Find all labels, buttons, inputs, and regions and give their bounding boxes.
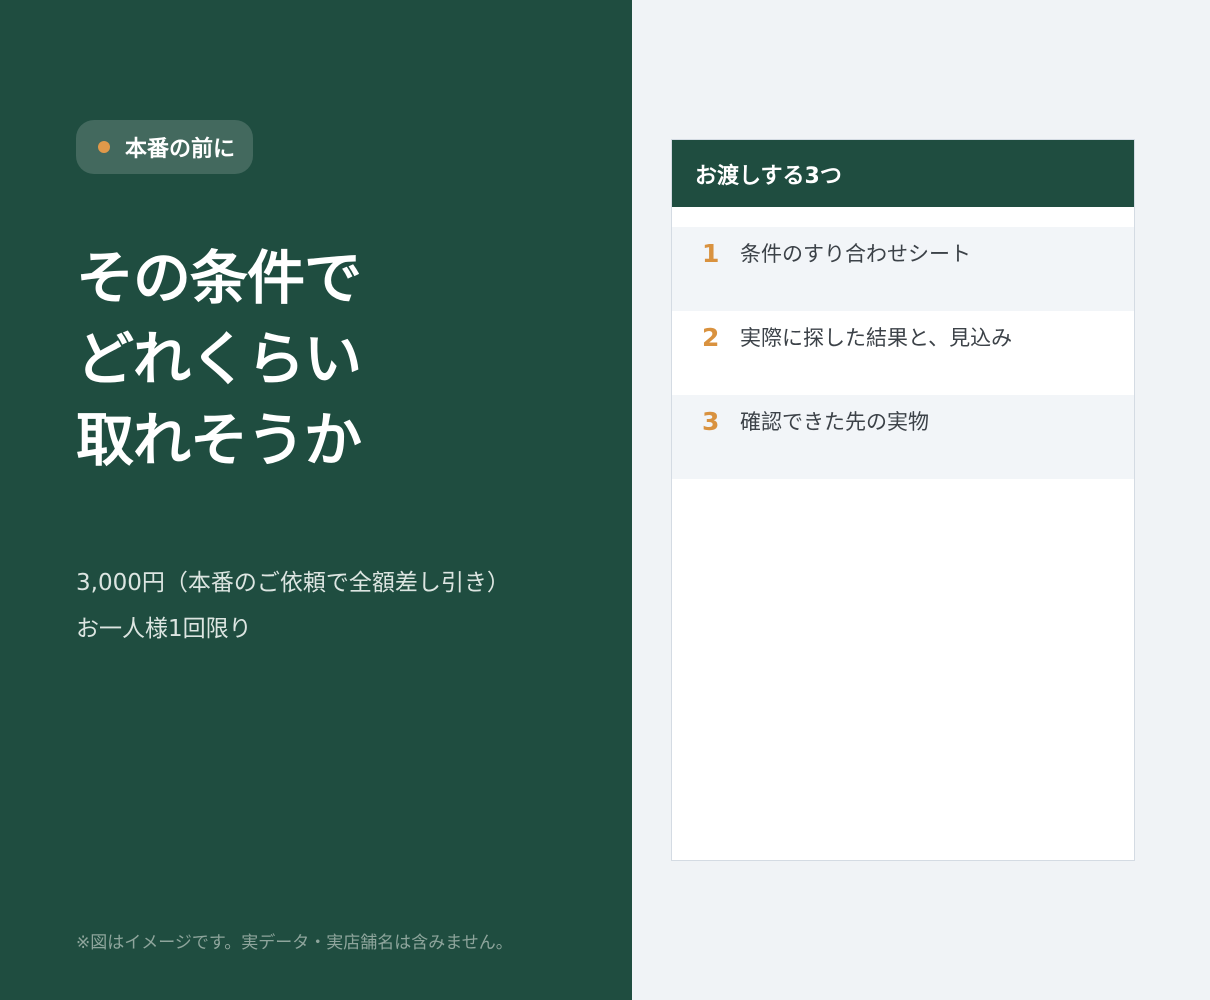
deliverables-card: お渡しする3つ 1 条件のすり合わせシート 2 実際に探した結果と、見込み 3 … [671, 139, 1135, 861]
price-text: 3,000円（本番のご依頼で全額差し引き） [76, 570, 510, 596]
item-text: 確認できた先の実物 [740, 410, 929, 434]
section-badge: 本番の前に [76, 120, 254, 174]
price-info: 3,000円（本番のご依頼で全額差し引き） お一人様1回限り [76, 560, 510, 652]
left-panel: 本番の前に その条件で どれくらい 取れそうか 3,000円（本番のご依頼で全額… [0, 0, 632, 1000]
item-number: 2 [702, 323, 720, 352]
limit-text: お一人様1回限り [76, 616, 252, 642]
deliverables-list: 1 条件のすり合わせシート 2 実際に探した結果と、見込み 3 確認できた先の実… [672, 227, 1134, 479]
item-number: 1 [702, 239, 720, 268]
disclaimer-note: ※図はイメージです。実データ・実店舗名は含みません。 [76, 933, 513, 953]
card-title: お渡しする3つ [695, 163, 842, 189]
item-number: 3 [702, 407, 720, 436]
badge-dot-icon [98, 141, 110, 153]
headline-line: 取れそうか [76, 406, 362, 474]
list-item: 3 確認できた先の実物 [672, 395, 1134, 479]
item-text: 条件のすり合わせシート [740, 242, 971, 266]
headline-line: どれくらい [76, 325, 362, 393]
list-item: 2 実際に探した結果と、見込み [672, 311, 1134, 395]
headline-line: その条件で [76, 244, 362, 312]
item-text: 実際に探した結果と、見込み [740, 326, 1013, 350]
card-header: お渡しする3つ [672, 140, 1134, 207]
badge-label: 本番の前に [125, 137, 236, 162]
list-item: 1 条件のすり合わせシート [672, 227, 1134, 311]
headline: その条件で どれくらい 取れそうか [76, 238, 362, 481]
